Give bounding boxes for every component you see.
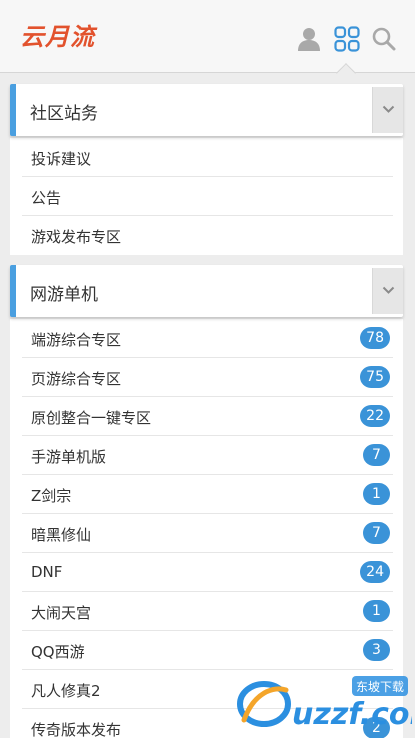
section-list: 投诉建议 公告 游戏发布专区 bbox=[10, 138, 403, 255]
collapse-toggle[interactable] bbox=[372, 87, 403, 133]
list-item[interactable]: 页游综合专区 75 bbox=[22, 358, 393, 397]
item-label: 页游综合专区 bbox=[31, 370, 122, 388]
chevron-down-icon bbox=[382, 286, 395, 294]
item-label: 投诉建议 bbox=[31, 150, 92, 168]
count-badge: 7 bbox=[363, 522, 390, 544]
list-item[interactable]: 原创整合一键专区 22 bbox=[22, 397, 393, 436]
uzzf-watermark: 东坡下载 uzzf.com bbox=[234, 672, 415, 732]
item-label: Z剑宗 bbox=[31, 487, 72, 505]
section-header[interactable]: 网游单机 bbox=[10, 265, 403, 317]
item-label: 传奇版本发布 bbox=[31, 721, 122, 738]
user-icon[interactable] bbox=[296, 26, 322, 52]
item-label: DNF bbox=[31, 563, 63, 581]
item-label: 凡人修真2 bbox=[31, 682, 101, 700]
list-item-game-release[interactable]: 游戏发布专区 bbox=[22, 216, 393, 255]
section-title: 社区站务 bbox=[30, 104, 98, 124]
top-header: 云月流 bbox=[0, 0, 415, 73]
watermark-tag: 东坡下载 bbox=[356, 680, 404, 694]
count-badge: 1 bbox=[363, 600, 390, 622]
search-icon[interactable] bbox=[371, 26, 397, 52]
watermark-swirl-logo bbox=[237, 681, 291, 727]
count-badge: 75 bbox=[360, 366, 390, 388]
count-badge: 3 bbox=[363, 639, 390, 661]
count-badge: 22 bbox=[360, 405, 390, 427]
count-badge: 7 bbox=[363, 444, 390, 466]
item-label: 游戏发布专区 bbox=[31, 228, 122, 246]
section-community: 社区站务 投诉建议 公告 游戏发布专区 bbox=[10, 84, 403, 255]
item-label: QQ西游 bbox=[31, 643, 85, 661]
section-title: 网游单机 bbox=[30, 285, 98, 305]
chevron-down-icon bbox=[382, 105, 395, 113]
count-badge: 78 bbox=[360, 327, 390, 349]
list-item[interactable]: 暗黑修仙 7 bbox=[22, 514, 393, 553]
item-label: 原创整合一键专区 bbox=[31, 409, 152, 427]
list-item[interactable]: Z剑宗 1 bbox=[22, 475, 393, 514]
list-item[interactable]: 端游综合专区 78 bbox=[22, 319, 393, 358]
item-label: 暗黑修仙 bbox=[31, 526, 92, 544]
item-label: 大闹天宫 bbox=[31, 604, 92, 622]
list-item[interactable]: 手游单机版 7 bbox=[22, 436, 393, 475]
list-item-announcement[interactable]: 公告 bbox=[22, 177, 393, 216]
collapse-toggle[interactable] bbox=[372, 268, 403, 314]
item-label: 端游综合专区 bbox=[31, 331, 122, 349]
list-item[interactable]: QQ西游 3 bbox=[22, 631, 393, 670]
count-badge: 24 bbox=[360, 561, 390, 583]
section-online-games: 网游单机 端游综合专区 78 页游综合专区 75 原创整合一键专区 22 手游单… bbox=[10, 265, 403, 738]
apps-grid-icon[interactable] bbox=[334, 26, 360, 52]
list-item-complaints[interactable]: 投诉建议 bbox=[22, 138, 393, 177]
item-label: 手游单机版 bbox=[31, 448, 107, 466]
list-item[interactable]: 大闹天宫 1 bbox=[22, 592, 393, 631]
watermark-brand: uzzf.com bbox=[292, 697, 412, 732]
list-item[interactable]: DNF 24 bbox=[22, 553, 393, 592]
section-header[interactable]: 社区站务 bbox=[10, 84, 403, 136]
site-logo[interactable]: 云月流 bbox=[20, 17, 95, 52]
item-label: 公告 bbox=[31, 189, 62, 207]
count-badge: 1 bbox=[363, 483, 390, 505]
